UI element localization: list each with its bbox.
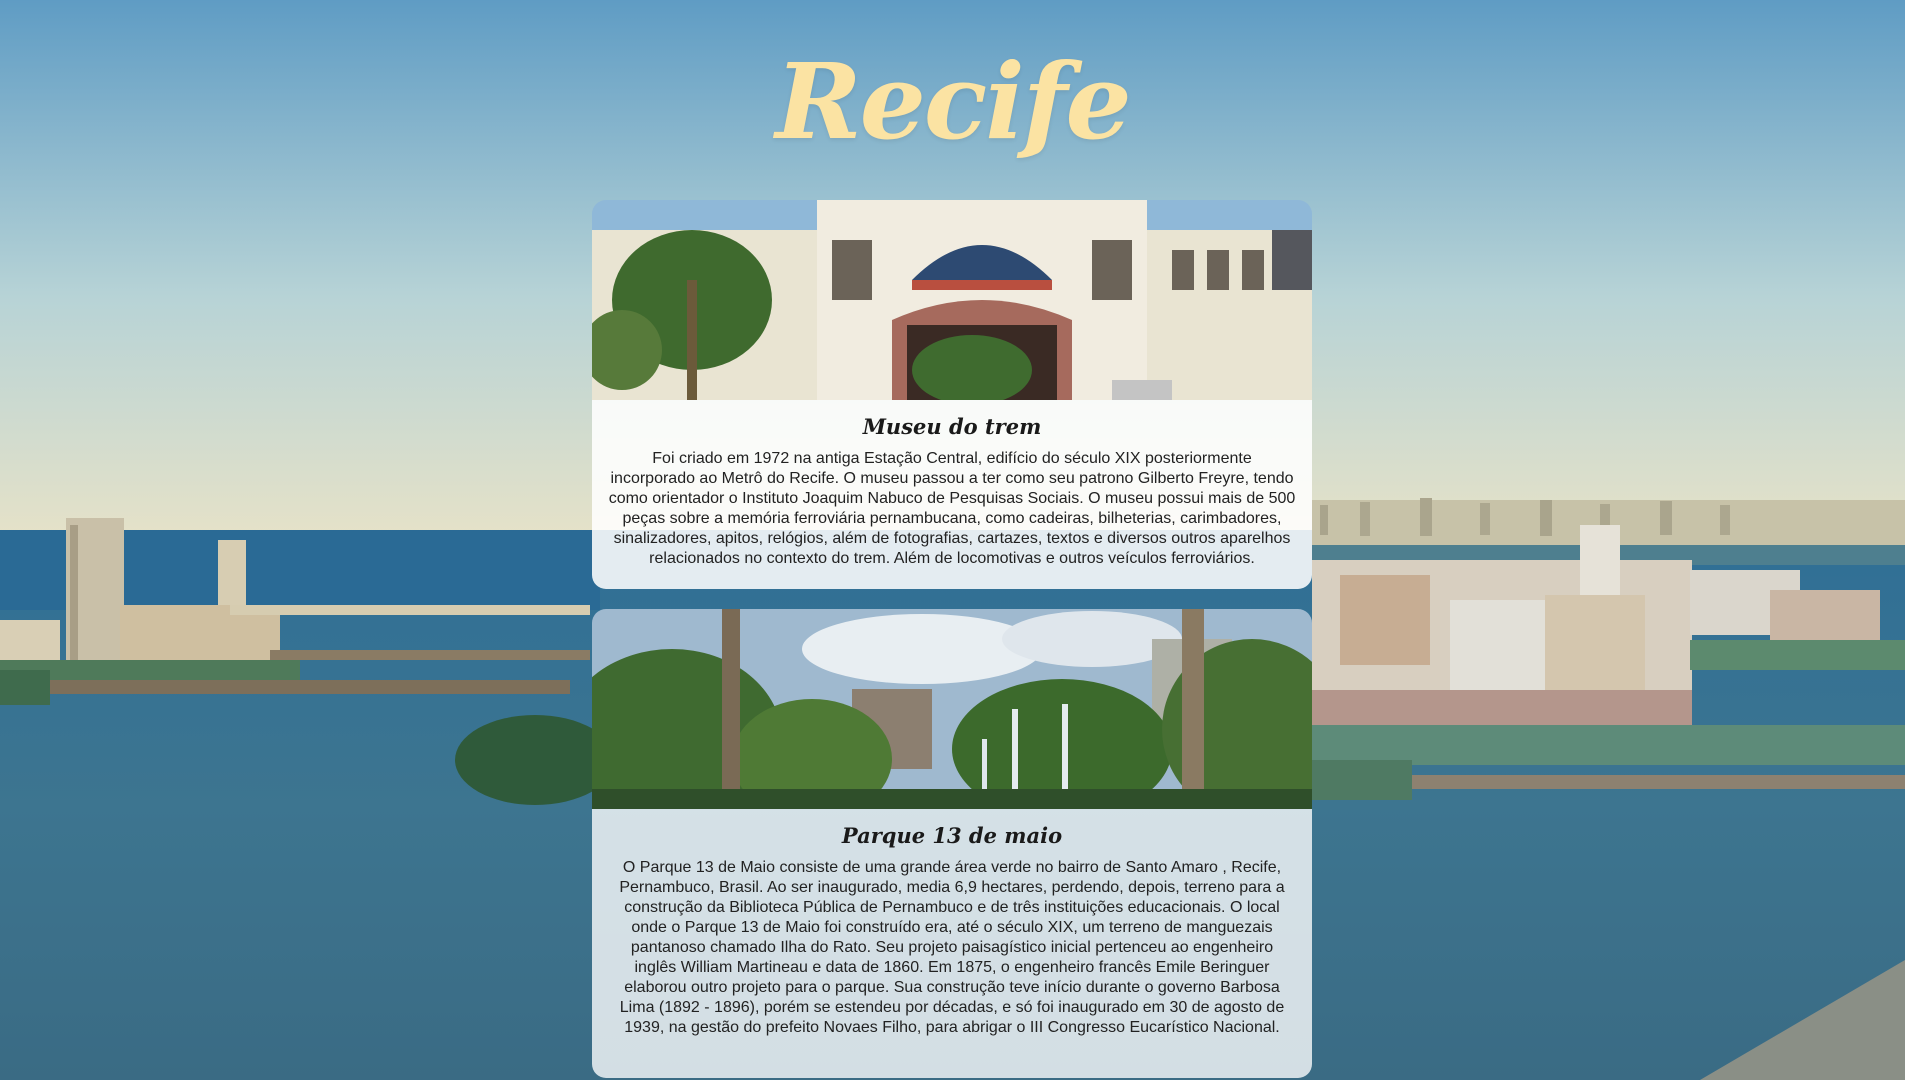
attraction-title: Parque 13 de maio: [841, 823, 1063, 848]
attraction-description: Foi criado em 1972 na antiga Estação Cen…: [608, 450, 1296, 567]
attraction-card-body: Parque 13 de maio O Parque 13 de Maio co…: [592, 809, 1312, 1078]
page: Recife Museu do trem Foi criado em 1972 …: [0, 0, 1905, 1080]
museum-building-photo: [592, 200, 1312, 400]
attraction-card: Museu do trem Foi criado em 1972 na anti…: [592, 200, 1312, 589]
attraction-title: Museu do trem: [862, 414, 1042, 439]
park-fountain-photo: [592, 609, 1312, 809]
attraction-description: O Parque 13 de Maio consiste de uma gran…: [619, 859, 1285, 1036]
page-title: Recife: [775, 40, 1131, 163]
attractions-list: Museu do trem Foi criado em 1972 na anti…: [592, 200, 1312, 1080]
attraction-card-body: Museu do trem Foi criado em 1972 na anti…: [592, 400, 1312, 589]
attraction-card: Parque 13 de maio O Parque 13 de Maio co…: [592, 609, 1312, 1078]
